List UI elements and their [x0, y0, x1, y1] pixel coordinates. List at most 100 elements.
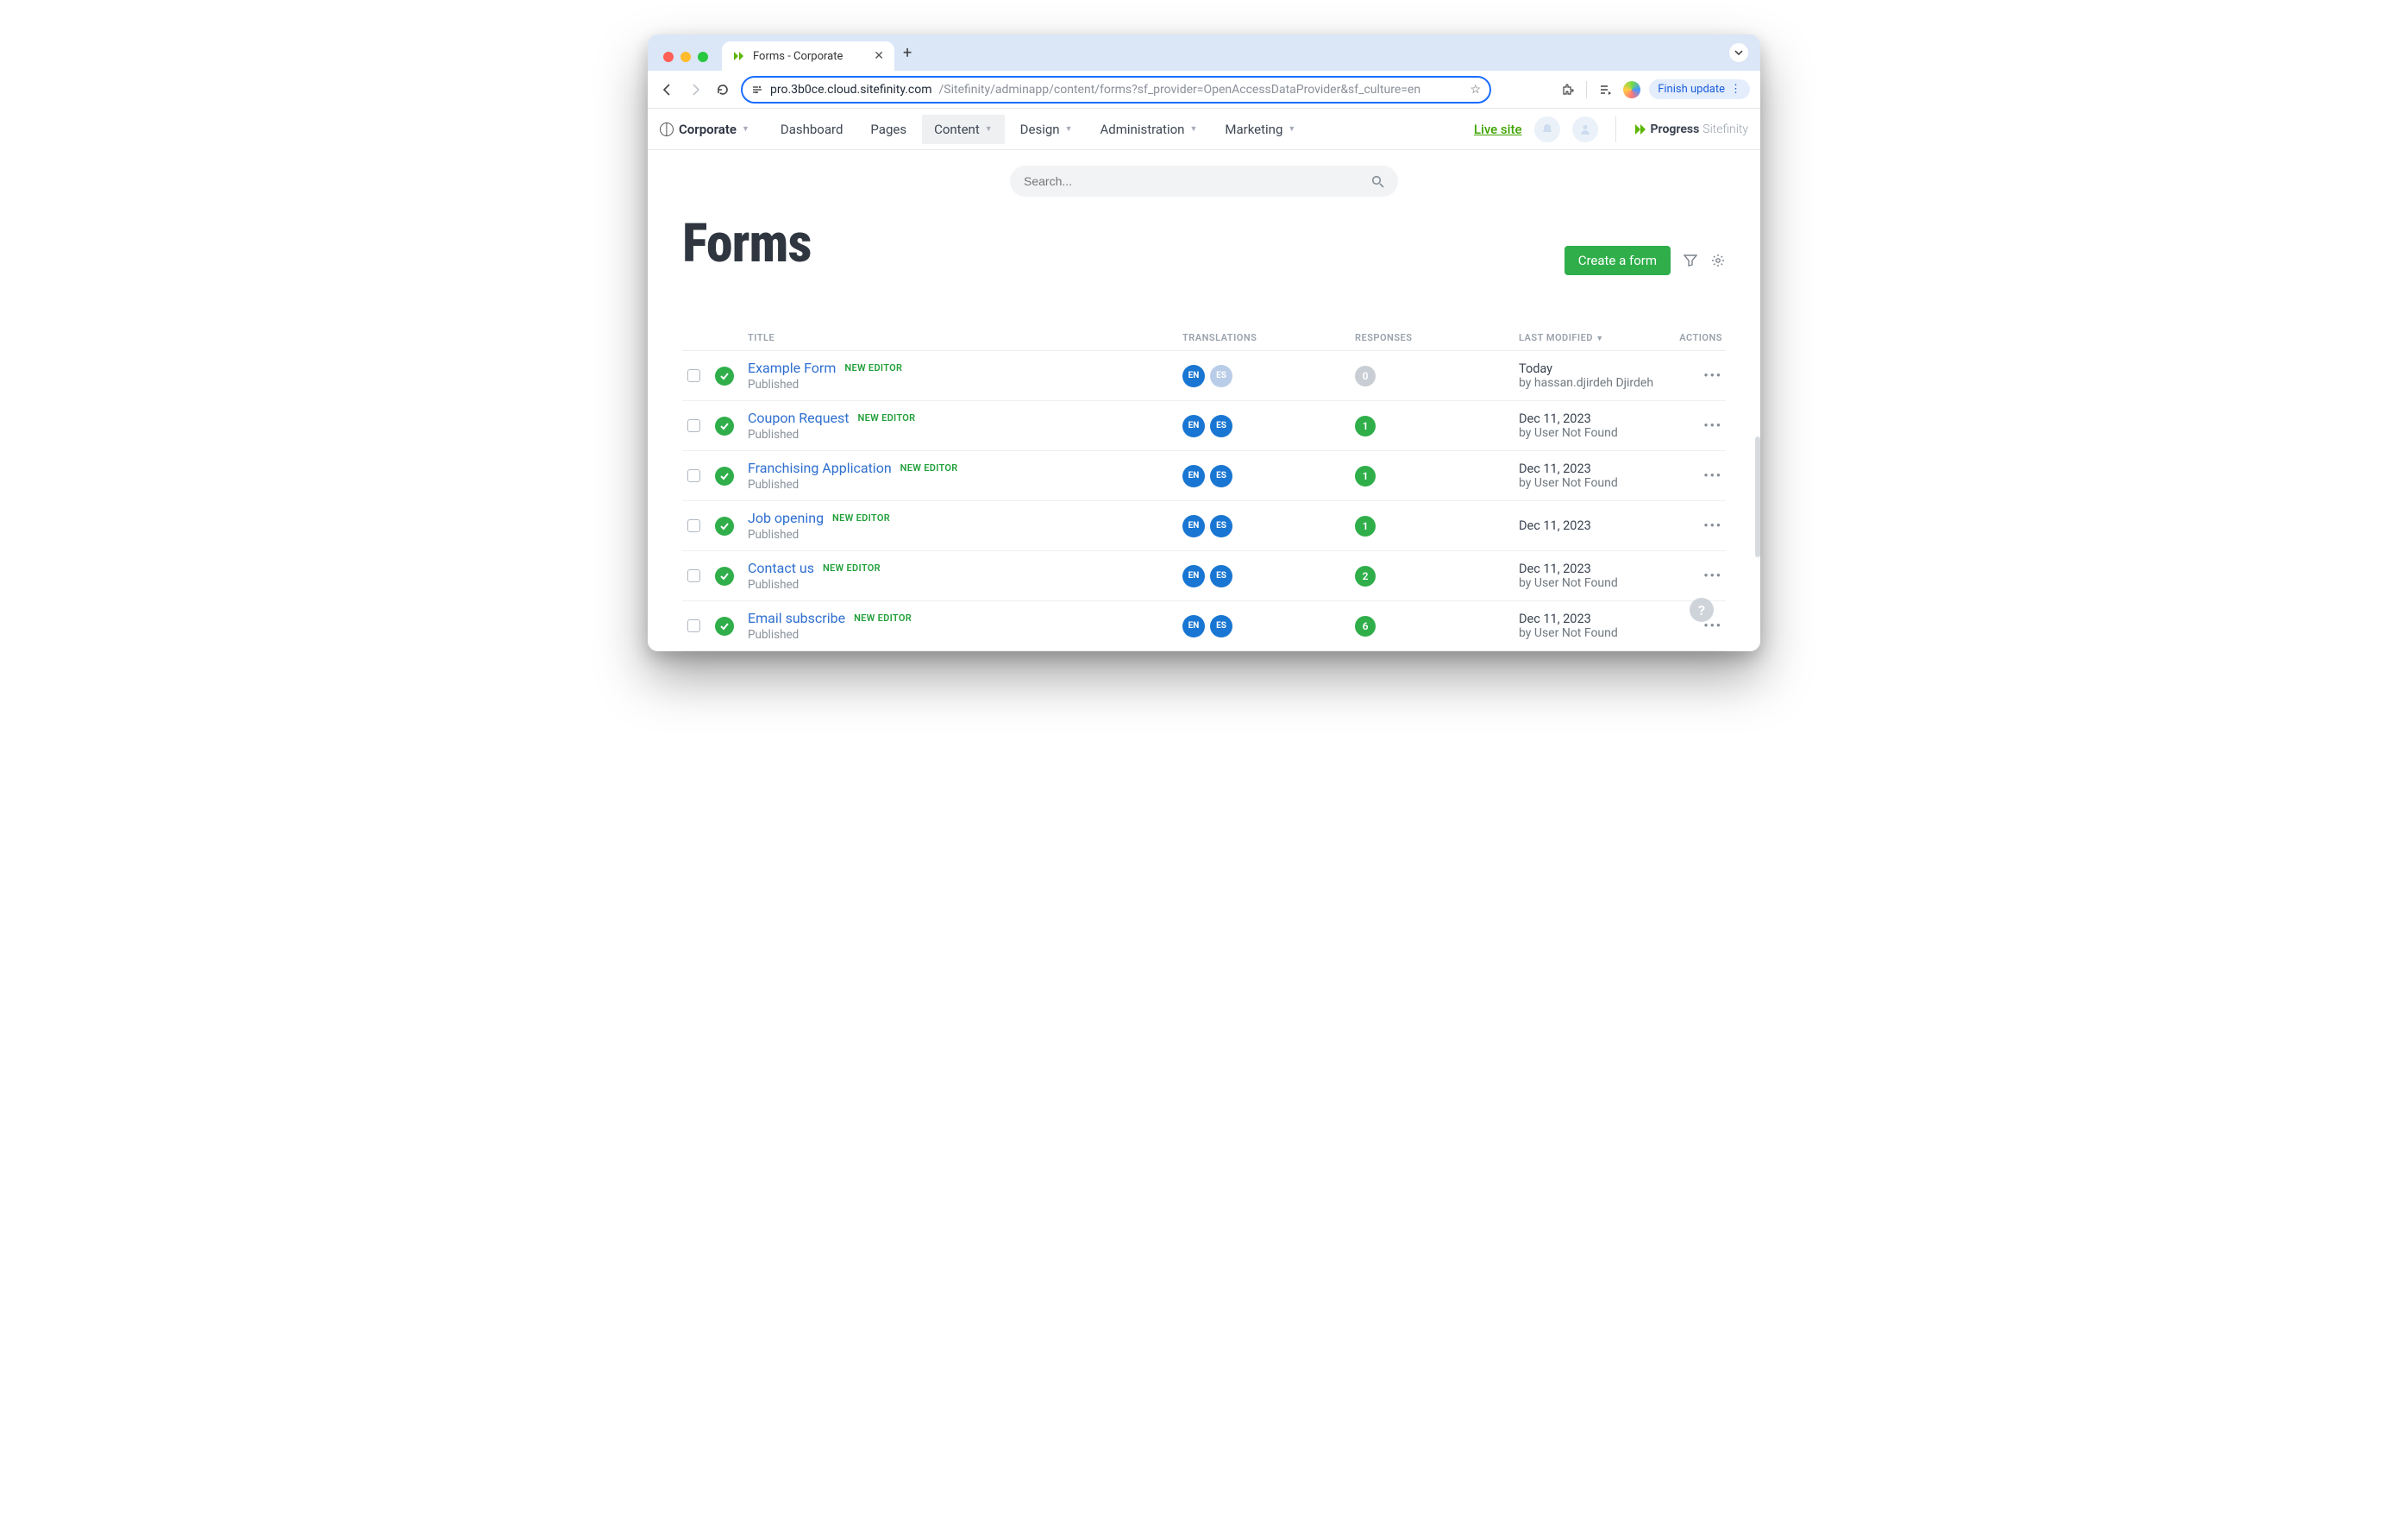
browser-tab[interactable]: Forms - Corporate ✕ [722, 41, 894, 71]
lang-badge-es[interactable]: ES [1210, 415, 1232, 437]
lang-badge-en[interactable]: EN [1182, 415, 1205, 437]
modified-date: Dec 11, 2023 [1519, 461, 1674, 476]
col-title[interactable]: TITLE [748, 332, 1182, 343]
row-checkbox[interactable] [687, 519, 700, 532]
chevron-down-icon: ▼ [742, 124, 749, 134]
row-checkbox[interactable] [687, 469, 700, 482]
row-checkbox[interactable] [687, 619, 700, 632]
extensions-icon[interactable] [1558, 80, 1577, 99]
lang-badge-es[interactable]: ES [1210, 465, 1232, 487]
toolbar-separator [1586, 81, 1587, 98]
nav-item-administration[interactable]: Administration▼ [1088, 115, 1209, 144]
col-responses[interactable]: RESPONSES [1355, 332, 1519, 343]
form-title-link[interactable]: Job opening [748, 510, 824, 526]
status-published-icon [715, 567, 734, 586]
window-close-button[interactable] [663, 52, 674, 62]
row-actions-button[interactable]: ••• [1703, 418, 1722, 433]
profile-avatar-icon[interactable] [1623, 81, 1640, 98]
responses-badge[interactable]: 1 [1355, 516, 1376, 537]
search-input[interactable] [1024, 174, 1371, 188]
responses-badge[interactable]: 1 [1355, 416, 1376, 436]
bookmark-star-icon[interactable]: ☆ [1470, 83, 1481, 97]
settings-button[interactable] [1710, 253, 1726, 268]
help-button[interactable]: ? [1690, 598, 1714, 622]
live-site-link[interactable]: Live site [1474, 122, 1522, 137]
responses-badge[interactable]: 0 [1355, 366, 1376, 386]
responses-badge[interactable]: 2 [1355, 566, 1376, 587]
row-checkbox[interactable] [687, 569, 700, 582]
row-actions-button[interactable]: ••• [1703, 518, 1722, 533]
table-row: Email subscribeNEW EDITORPublishedENES6D… [682, 601, 1726, 651]
window-minimize-button[interactable] [680, 52, 691, 62]
site-settings-icon[interactable] [751, 84, 763, 96]
app-nav: Corporate ▼ DashboardPagesContent▼Design… [648, 109, 1760, 150]
tab-list-button[interactable] [1729, 43, 1748, 62]
window-maximize-button[interactable] [698, 52, 708, 62]
responses-badge[interactable]: 1 [1355, 466, 1376, 487]
lang-badge-en[interactable]: EN [1182, 365, 1205, 387]
lang-badge-en[interactable]: EN [1182, 615, 1205, 637]
chevron-down-icon: ▼ [1065, 124, 1073, 134]
create-form-button[interactable]: Create a form [1565, 246, 1671, 275]
finish-update-button[interactable]: Finish update ⋮ [1649, 79, 1750, 99]
notifications-button[interactable] [1534, 116, 1560, 142]
nav-item-marketing[interactable]: Marketing▼ [1213, 115, 1307, 144]
form-title-link[interactable]: Contact us [748, 560, 814, 576]
filter-button[interactable] [1683, 253, 1698, 268]
form-title-link[interactable]: Franchising Application [748, 460, 892, 476]
lang-badge-es[interactable]: ES [1210, 615, 1232, 637]
table-header-row: TITLE TRANSLATIONS RESPONSES LAST MODIFI… [682, 325, 1726, 351]
tab-close-button[interactable]: ✕ [874, 49, 884, 63]
user-menu-button[interactable] [1572, 116, 1598, 142]
lang-badge-en[interactable]: EN [1182, 465, 1205, 487]
chevron-down-icon: ▼ [1288, 124, 1295, 134]
table-row: Example FormNEW EDITORPublishedENES0Toda… [682, 351, 1726, 401]
status-published-icon [715, 417, 734, 436]
form-title-link[interactable]: Email subscribe [748, 610, 845, 626]
row-checkbox[interactable] [687, 369, 700, 382]
last-modified-cell: Dec 11, 2023by User Not Found [1519, 461, 1674, 490]
lang-badge-en[interactable]: EN [1182, 515, 1205, 537]
lang-badge-es[interactable]: ES [1210, 515, 1232, 537]
nav-reload-button[interactable] [713, 80, 732, 99]
nav-item-pages[interactable]: Pages [858, 115, 919, 144]
site-selector[interactable]: Corporate ▼ [660, 122, 749, 137]
page-header: Forms Create a form [648, 197, 1760, 282]
translations-cell: ENES [1182, 515, 1355, 537]
forms-table: TITLE TRANSLATIONS RESPONSES LAST MODIFI… [682, 325, 1726, 651]
col-translations[interactable]: TRANSLATIONS [1182, 332, 1355, 343]
lang-badge-es[interactable]: ES [1210, 365, 1232, 387]
col-last-modified[interactable]: LAST MODIFIED ▼ [1519, 332, 1674, 343]
responses-badge[interactable]: 6 [1355, 616, 1376, 637]
form-title-link[interactable]: Example Form [748, 360, 836, 376]
search-icon[interactable] [1371, 175, 1384, 188]
modified-by: by User Not Found [1519, 576, 1674, 590]
form-title-link[interactable]: Coupon Request [748, 410, 850, 426]
row-actions-button[interactable]: ••• [1703, 368, 1722, 383]
nav-item-content[interactable]: Content▼ [922, 115, 1005, 144]
search-box[interactable] [1010, 166, 1398, 197]
translations-cell: ENES [1182, 615, 1355, 637]
row-actions-button[interactable]: ••• [1703, 568, 1722, 583]
url-path: /Sitefinity/adminapp/content/forms?sf_pr… [939, 83, 1464, 97]
nav-forward-button[interactable] [686, 80, 705, 99]
scrollbar[interactable] [1755, 436, 1760, 557]
new-tab-button[interactable]: + [903, 44, 912, 71]
address-bar[interactable]: pro.3b0ce.cloud.sitefinity.com/Sitefinit… [741, 76, 1491, 104]
nav-back-button[interactable] [658, 80, 677, 99]
nav-item-design[interactable]: Design▼ [1008, 115, 1085, 144]
lang-badge-en[interactable]: EN [1182, 565, 1205, 587]
status-published-icon [715, 517, 734, 536]
modified-by: by User Not Found [1519, 476, 1674, 490]
new-editor-badge: NEW EDITOR [844, 362, 902, 374]
media-control-icon[interactable] [1596, 80, 1615, 99]
browser-toolbar: pro.3b0ce.cloud.sitefinity.com/Sitefinit… [648, 71, 1760, 109]
lang-badge-es[interactable]: ES [1210, 565, 1232, 587]
nav-item-label: Content [934, 122, 980, 137]
row-checkbox[interactable] [687, 419, 700, 432]
app-content: Corporate ▼ DashboardPagesContent▼Design… [648, 109, 1760, 651]
nav-item-dashboard[interactable]: Dashboard [768, 115, 856, 144]
finish-update-menu-icon[interactable]: ⋮ [1730, 83, 1741, 96]
row-actions-button[interactable]: ••• [1703, 468, 1722, 483]
browser-tab-strip: Forms - Corporate ✕ + [648, 35, 1760, 71]
